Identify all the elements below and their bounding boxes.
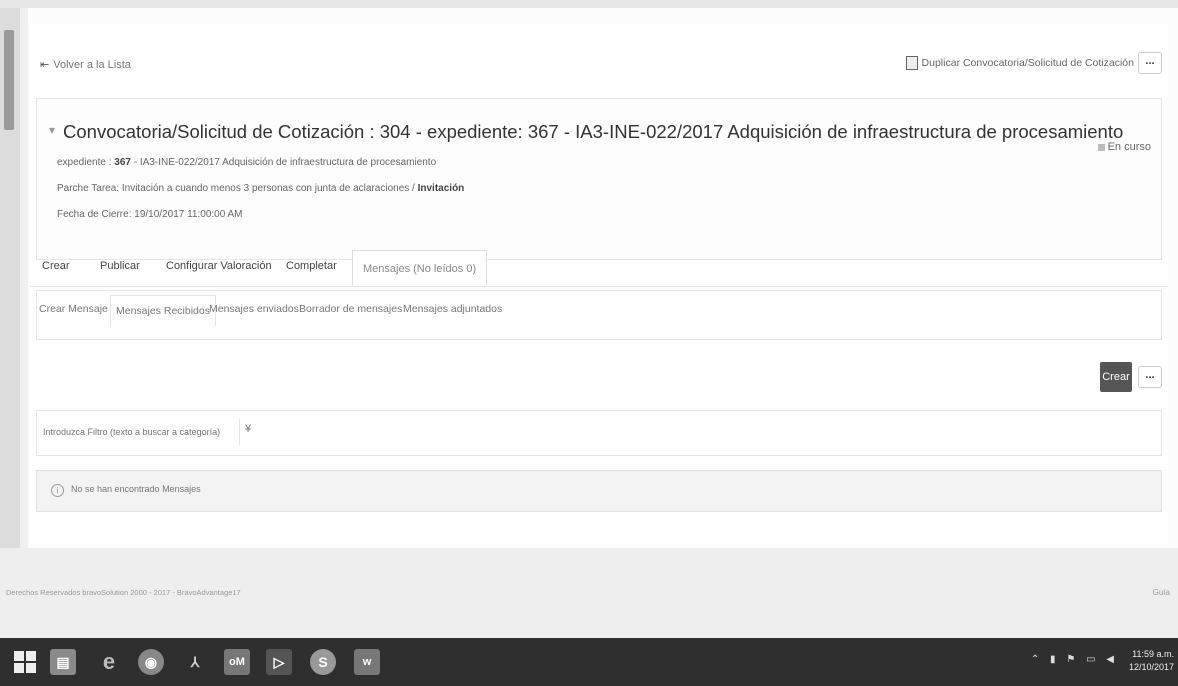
expediente-line: expediente : 367 - IA3-INE-022/2017 Adqu…: [57, 157, 436, 168]
patch-line: Parche Tarea: Invitación a cuando menos …: [57, 183, 464, 194]
header-panel: ▾ Convocatoria/Solicitud de Cotización :…: [36, 98, 1162, 260]
more-actions-button[interactable]: ...: [1138, 52, 1162, 74]
subtab-crear-mensaje[interactable]: Crear Mensaje: [39, 303, 108, 315]
tab-crear[interactable]: Crear: [42, 260, 70, 272]
info-icon: i: [51, 484, 64, 497]
tab-mensajes[interactable]: Mensajes (No leídos 0): [352, 250, 488, 286]
close-date-value: 19/10/2017 11:00:00 AM: [134, 209, 243, 220]
duplicate-link[interactable]: Duplicar Convocatoria/Solicitud de Cotiz…: [905, 56, 1134, 70]
empty-message: No se han encontrado Mensajes: [71, 484, 201, 494]
internet-explorer-icon[interactable]: e: [96, 646, 122, 678]
left-scrollbar[interactable]: [0, 8, 20, 548]
more-options-button[interactable]: ...: [1138, 366, 1162, 388]
back-arrow-icon: ⇤: [40, 59, 50, 71]
top-edge: [0, 0, 1178, 8]
patch-label: Parche Tarea:: [57, 183, 120, 194]
message-subtabs: Crear Mensaje Mensajes Recibidos Mensaje…: [36, 290, 1162, 340]
subtab-borrador[interactable]: Borrador de mensajes: [299, 303, 402, 315]
acrobat-icon[interactable]: ⅄: [182, 646, 208, 678]
chrome-icon[interactable]: ◉: [138, 646, 164, 678]
app-content: ⇤ Volver a la Lista Duplicar Convocatori…: [30, 24, 1168, 544]
copyright-text: Derechos Reservados bravoSolution 2000 -…: [6, 588, 241, 597]
tab-configurar-valoracion[interactable]: Configurar Valoración: [166, 260, 272, 272]
file-explorer-icon[interactable]: ▤: [50, 646, 76, 678]
scrollbar-thumb[interactable]: [4, 30, 14, 130]
close-date-line: Fecha de Cierre: 19/10/2017 11:00:00 AM: [57, 209, 243, 220]
patch-bold: Invitación: [417, 183, 465, 194]
left-edge: [20, 8, 28, 548]
tab-completar[interactable]: Completar: [286, 260, 337, 272]
expediente-number: 367: [114, 157, 131, 168]
filter-panel: ¥: [36, 410, 1162, 456]
system-tray-icons[interactable]: ⌃ ▮ ⚑ ▭ ◀: [1031, 654, 1118, 665]
back-label: Volver a la Lista: [53, 58, 131, 71]
tab-publicar[interactable]: Publicar: [100, 260, 140, 272]
empty-state: i No se han encontrado Mensajes: [36, 470, 1162, 512]
status-icon: [1097, 143, 1105, 151]
main-tabs: Crear Publicar Configurar Valoración Com…: [30, 250, 1168, 287]
clock-date: 12/10/2017: [1128, 662, 1174, 672]
start-icon[interactable]: [10, 646, 40, 678]
status-label: En curso: [1107, 141, 1151, 153]
help-link[interactable]: Guía: [1153, 588, 1170, 597]
subtab-mensajes-recibidos[interactable]: Mensajes Recibidos: [110, 295, 216, 326]
clock-time: 11:59 a.m.: [1132, 649, 1174, 659]
clock[interactable]: 11:59 a.m. 12/10/2017: [1129, 648, 1174, 674]
double-chevron-down-icon[interactable]: ¥: [245, 423, 251, 435]
page-footer: Derechos Reservados bravoSolution 2000 -…: [0, 548, 1178, 638]
back-to-list-link[interactable]: ⇤ Volver a la Lista: [40, 58, 131, 72]
top-actions: ⇤ Volver a la Lista Duplicar Convocatori…: [30, 24, 1168, 92]
skype-icon[interactable]: S: [310, 646, 336, 678]
subtab-mensajes-enviados[interactable]: Mensajes enviados: [209, 303, 299, 315]
filter-input[interactable]: [41, 419, 240, 445]
crear-button[interactable]: Crear: [1100, 362, 1132, 392]
collapse-caret-icon[interactable]: ▾: [49, 123, 55, 137]
duplicate-label: Duplicar Convocatoria/Solicitud de Cotiz…: [921, 57, 1134, 69]
word-icon[interactable]: w: [354, 646, 380, 678]
windows-taskbar: ▤ e ◉ ⅄ oM ▷ S w ⌃ ▮ ⚑ ▭ ◀ 11:59 a.m. 12…: [0, 638, 1178, 686]
page-title: Convocatoria/Solicitud de Cotización : 3…: [63, 121, 1124, 142]
subtab-adjuntados[interactable]: Mensajes adjuntados: [403, 303, 502, 315]
media-icon[interactable]: ▷: [266, 646, 292, 678]
expediente-desc: - IA3-INE-022/2017 Adquisición de infrae…: [133, 157, 437, 168]
patch-value: Invitación a cuando menos 3 personas con…: [121, 183, 415, 194]
status-badge: En curso: [1097, 141, 1151, 153]
outlook-icon[interactable]: oM: [224, 646, 250, 678]
copy-icon: [905, 56, 918, 70]
expediente-label: expediente :: [57, 157, 112, 168]
close-date-label: Fecha de Cierre:: [57, 209, 132, 220]
